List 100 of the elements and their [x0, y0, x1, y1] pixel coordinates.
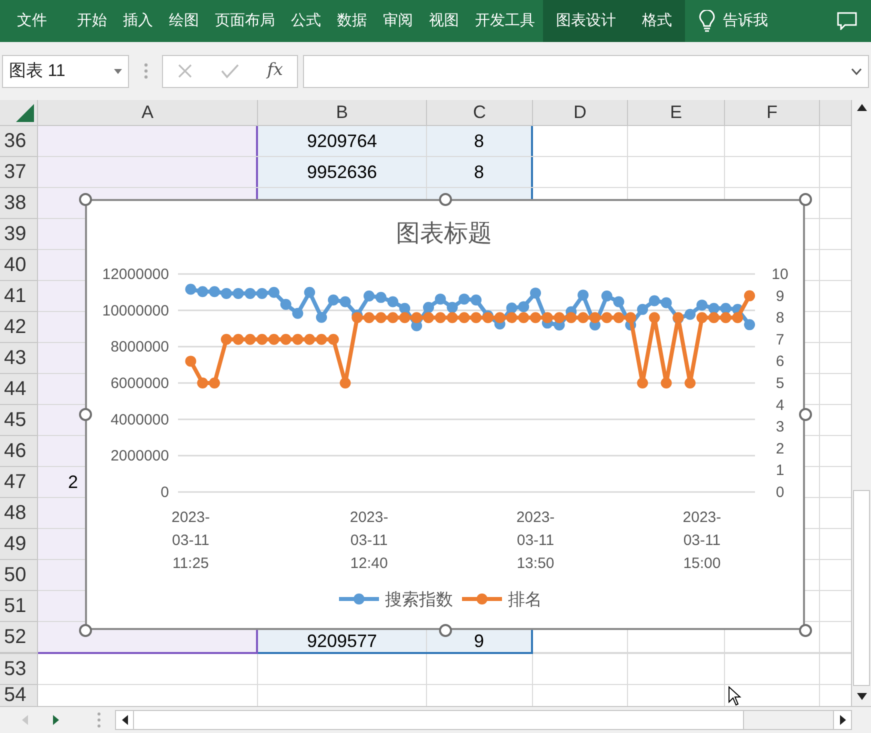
chart-title[interactable]: 图表标题 [396, 220, 492, 247]
data-point [554, 312, 565, 324]
scroll-down-icon[interactable] [856, 693, 866, 700]
axis-label: 5 [776, 375, 784, 392]
ribbon-tab[interactable]: 页面布局 [207, 0, 283, 42]
resize-handle[interactable] [79, 624, 92, 637]
table-cell[interactable] [38, 529, 85, 559]
scroll-left-icon[interactable] [122, 715, 128, 725]
data-point [340, 378, 351, 388]
table-cell[interactable] [38, 219, 85, 249]
insert-function-button[interactable]: fx [267, 58, 283, 84]
axis-label: 4000000 [110, 411, 169, 428]
comment-icon[interactable] [837, 12, 857, 30]
grip-icon [97, 712, 101, 728]
table-cell[interactable] [38, 281, 85, 311]
table-cell[interactable]: 8 [427, 126, 531, 156]
name-box[interactable]: 图表 11 [2, 54, 129, 88]
axis-label: 2023-03-11 12:40 [348, 508, 390, 574]
column-header[interactable]: D [533, 100, 628, 125]
data-point [197, 286, 208, 298]
resize-handle[interactable] [439, 193, 452, 206]
table-cell[interactable] [38, 199, 85, 218]
table-cell[interactable]: 9209764 [258, 126, 426, 156]
ribbon-tab[interactable]: 格式 [629, 0, 685, 42]
select-all-icon[interactable] [16, 104, 34, 122]
formula-input[interactable] [303, 54, 869, 88]
table-cell[interactable]: 9209577 [258, 630, 426, 652]
previous-sheet-icon[interactable] [22, 715, 28, 725]
ribbon-tab[interactable]: 公式 [283, 0, 329, 42]
ribbon-tab[interactable]: 图表设计 [543, 0, 629, 42]
axis-label: 4 [776, 396, 784, 414]
table-cell[interactable] [38, 436, 85, 466]
resize-handle[interactable] [799, 408, 812, 421]
table-cell[interactable] [38, 560, 85, 590]
vertical-scrollbar[interactable] [851, 100, 871, 706]
resize-handle[interactable] [79, 193, 92, 206]
table-cell[interactable]: 9952636 [258, 157, 426, 187]
resize-handle[interactable] [439, 624, 452, 637]
tell-me-button[interactable]: 告诉我 [723, 10, 768, 32]
scroll-up-icon[interactable] [856, 104, 866, 111]
table-cell[interactable]: 8 [427, 157, 531, 187]
horizontal-scrollbar[interactable] [115, 710, 852, 730]
resize-handle[interactable] [799, 193, 812, 206]
data-point [601, 312, 612, 324]
data-point [268, 334, 280, 345]
ribbon-tab[interactable]: 开始 [69, 0, 115, 42]
table-cell[interactable] [38, 250, 85, 280]
ribbon-tab[interactable]: 视图 [421, 0, 467, 42]
table-cell[interactable] [38, 622, 85, 630]
data-point [316, 334, 327, 345]
data-point [197, 378, 208, 388]
table-cell[interactable] [38, 312, 85, 342]
data-point [423, 312, 434, 324]
legend-label[interactable]: 排名 [508, 590, 542, 609]
column-header[interactable]: A [38, 100, 258, 125]
table-cell[interactable] [38, 591, 85, 621]
table-cell[interactable] [38, 157, 256, 187]
scroll-thumb[interactable] [853, 490, 870, 686]
expand-icon[interactable] [851, 68, 862, 74]
axis-label: 6 [776, 353, 784, 370]
ribbon-tab[interactable]: 审阅 [375, 0, 421, 42]
check-icon[interactable] [221, 63, 240, 79]
legend-label[interactable]: 搜索指数 [385, 590, 453, 609]
cancel-icon[interactable] [177, 63, 194, 79]
table-cell[interactable]: 2 [38, 467, 85, 497]
table-cell[interactable] [38, 126, 256, 156]
ribbon-tab[interactable]: 开发工具 [467, 0, 543, 42]
resize-handle[interactable] [799, 624, 812, 637]
ribbon-tab[interactable]: 数据 [329, 0, 375, 42]
ribbon-tab[interactable]: 文件 [9, 0, 55, 42]
data-point [446, 312, 458, 324]
table-cell[interactable] [38, 405, 85, 435]
table-cell[interactable] [38, 374, 85, 404]
data-point [470, 294, 482, 306]
ribbon-tab[interactable]: 插入 [115, 0, 161, 42]
column-header[interactable]: B [258, 100, 427, 125]
data-point [566, 312, 577, 324]
column-header[interactable]: F [725, 100, 820, 125]
resize-handle[interactable] [79, 408, 92, 421]
column-header[interactable]: C [427, 100, 533, 125]
scroll-right-icon[interactable] [840, 715, 846, 725]
table-cell[interactable] [258, 188, 426, 199]
table-cell[interactable] [38, 343, 85, 373]
data-point [244, 334, 256, 345]
data-point [720, 302, 732, 314]
ribbon-tab[interactable]: 绘图 [161, 0, 207, 42]
data-point [280, 298, 292, 310]
table-cell[interactable] [38, 630, 256, 652]
data-point [744, 319, 756, 330]
data-point [399, 312, 410, 324]
column-header[interactable]: E [628, 100, 725, 125]
table-cell[interactable] [427, 188, 531, 199]
data-point [292, 308, 304, 319]
scroll-thumb[interactable] [134, 711, 744, 729]
next-sheet-icon[interactable] [53, 715, 59, 725]
table-cell[interactable]: 9 [427, 630, 531, 652]
table-cell[interactable] [38, 188, 256, 199]
data-point [613, 296, 624, 308]
table-cell[interactable] [38, 498, 85, 528]
data-point [601, 290, 612, 302]
